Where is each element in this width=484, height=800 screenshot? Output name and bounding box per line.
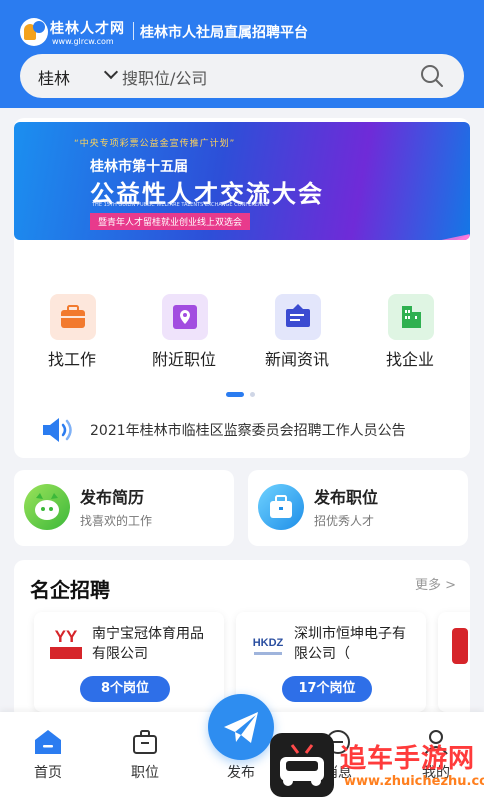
location-icon [162, 294, 208, 340]
publish-resume-title: 发布简历 [80, 488, 145, 507]
tab-label: 发布 [227, 765, 255, 781]
nav-find-job[interactable]: 找工作 [14, 290, 114, 370]
paper-plane-icon [224, 712, 258, 743]
publish-job-card[interactable]: 发布职位 招优秀人才 [248, 470, 468, 546]
nav-find-company[interactable]: 找企业 [352, 290, 452, 370]
banner-ray [254, 234, 470, 240]
site-logo[interactable]: 桂林人才网 www.glrcw.com [20, 16, 130, 50]
more-link[interactable]: 更多 > [415, 574, 456, 593]
indicator-dot[interactable] [250, 392, 255, 397]
tab-label: 首页 [34, 765, 62, 781]
home-icon [35, 730, 61, 754]
quick-nav: 找工作 附近职位 新闻资讯 找企业 [14, 290, 470, 370]
banner-english: THE 15TH GUILIN PUBLIC WELFARE TALENTS E… [92, 202, 269, 208]
platform-title: 桂林市人社局直属招聘平台 [140, 25, 308, 41]
tab-label: 职位 [131, 765, 159, 781]
company-logo-text: HKDZ [253, 637, 284, 649]
publish-fab-button[interactable] [208, 694, 274, 760]
briefcase-icon [50, 294, 96, 340]
banner-tag: “中央专项彩票公益金宣传推广计划” [74, 139, 236, 149]
publish-job-subtitle: 招优秀人才 [314, 514, 375, 528]
company-card[interactable]: YY 南宁宝冠体育用品有限公司 8个岗位 [34, 612, 224, 712]
publish-resume-card[interactable]: 发布简历 找喜欢的工作 [14, 470, 234, 546]
logo-name: 桂林人才网 [50, 21, 125, 37]
section-title: 名企招聘 [30, 578, 110, 602]
nav-nearby-jobs[interactable]: 附近职位 [126, 290, 226, 370]
chevron-down-icon[interactable] [103, 64, 119, 80]
search-input[interactable]: 搜职位/公司 [122, 65, 207, 89]
tab-home[interactable]: 首页 [8, 712, 88, 800]
publish-job-title: 发布职位 [314, 488, 379, 507]
speaker-icon [43, 418, 72, 442]
search-bar[interactable]: 桂林 搜职位/公司 [20, 54, 464, 98]
briefcase-outline-icon [133, 730, 157, 754]
publish-resume-subtitle: 找喜欢的工作 [80, 514, 153, 528]
company-logo: HKDZ [248, 624, 288, 664]
carousel-indicator [226, 392, 266, 398]
company-card-partial[interactable] [438, 612, 470, 712]
company-logo [452, 628, 468, 664]
nav-label: 找企业 [385, 350, 434, 369]
watermark-text: 追车手游网 [340, 744, 476, 774]
logo-icon [20, 18, 48, 46]
banner-subline: 暨青年人才留桂就业创业线上双选会 [90, 213, 251, 230]
nav-label: 附近职位 [151, 350, 216, 369]
app-header: 桂林人才网 www.glrcw.com 桂林市人社局直属招聘平台 桂林 搜职位/… [0, 0, 484, 108]
nav-label: 找工作 [47, 350, 96, 369]
promo-banner[interactable]: “中央专项彩票公益金宣传推广计划” 桂林市第十五届 公益性人才交流大会 THE … [14, 122, 470, 240]
header-divider [133, 22, 134, 40]
job-count-badge[interactable]: 8个岗位 [80, 676, 170, 702]
watermark-car-icon [270, 733, 334, 797]
logo-url: www.glrcw.com [52, 37, 114, 46]
indicator-active [226, 392, 244, 397]
search-icon[interactable] [420, 64, 444, 88]
company-name: 南宁宝冠体育用品有限公司 [92, 626, 204, 662]
watermark-url: www.zhuichezhu.com [344, 774, 484, 789]
job-count-badge[interactable]: 17个岗位 [282, 676, 372, 702]
main-card: “中央专项彩票公益金宣传推广计划” 桂林市第十五届 公益性人才交流大会 THE … [14, 118, 470, 458]
banner-line1: 桂林市第十五届 [90, 159, 188, 175]
company-name: 深圳市恒坤电子有限公司（ [294, 626, 406, 662]
briefcase-icon [258, 484, 304, 530]
news-board-icon [275, 294, 321, 340]
building-icon [388, 294, 434, 340]
city-selector[interactable]: 桂林 [38, 65, 70, 89]
robot-face-icon [24, 484, 70, 530]
tab-jobs[interactable]: 职位 [105, 712, 185, 800]
nav-label: 新闻资讯 [264, 350, 329, 369]
nav-news[interactable]: 新闻资讯 [239, 290, 339, 370]
notice-text[interactable]: 2021年桂林市临桂区监察委员会招聘工作人员公告 [90, 420, 406, 440]
company-logo-text: YY [55, 627, 78, 646]
company-logo: YY [46, 624, 86, 664]
